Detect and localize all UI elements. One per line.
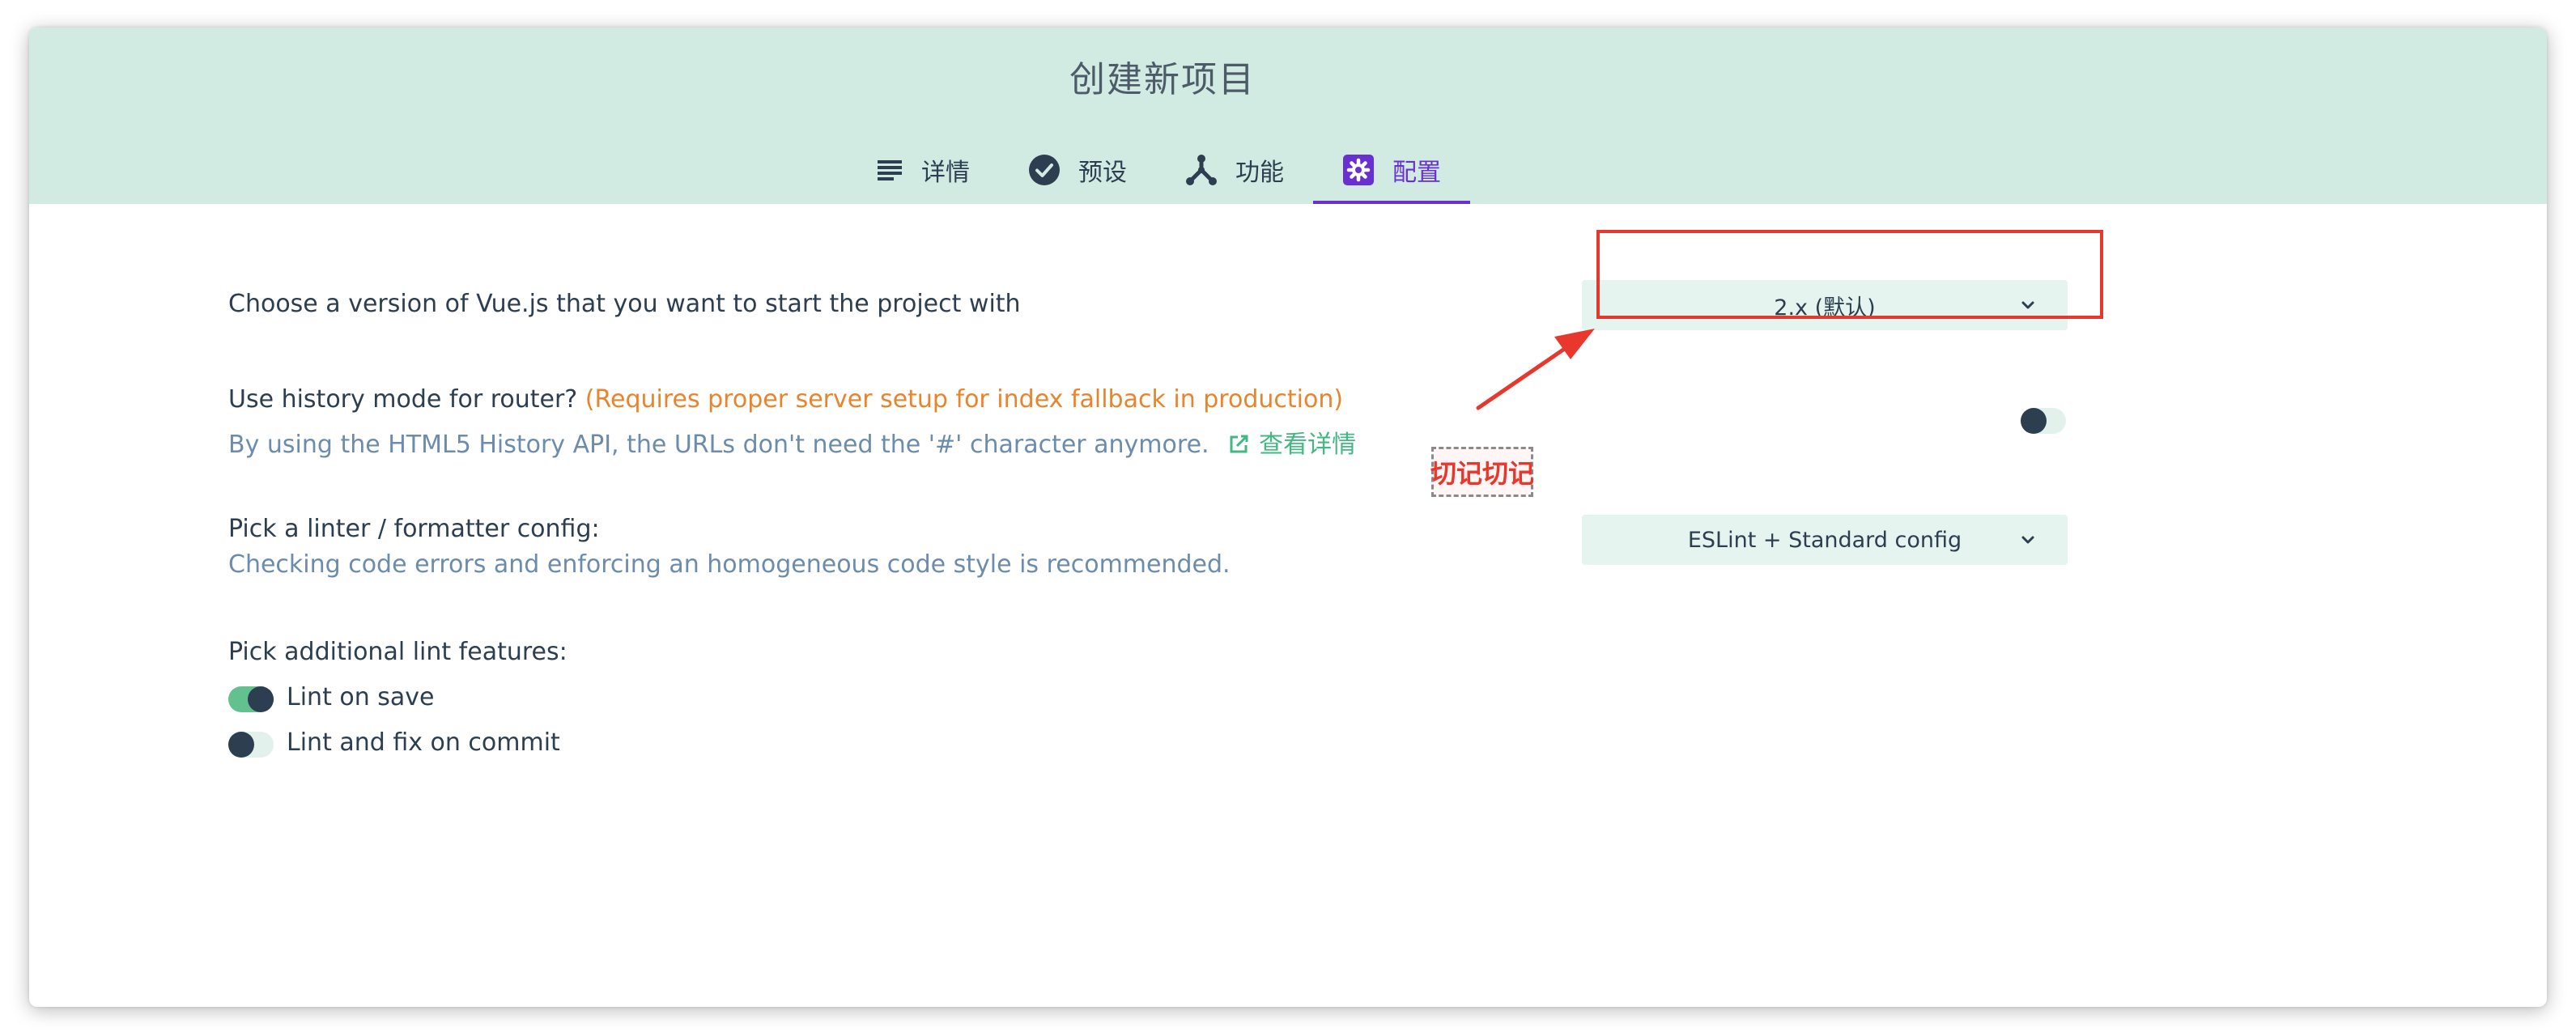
history-mode-more-link[interactable]: 查看详情 bbox=[1217, 431, 1356, 459]
history-mode-question: Use history mode for router? bbox=[228, 385, 578, 414]
app-window: 创建新项目 详情 预设 功能 配置 Choose a version of Vu… bbox=[29, 28, 2547, 1007]
lint-fix-commit-toggle[interactable] bbox=[228, 732, 274, 758]
tab-details[interactable]: 详情 bbox=[847, 139, 999, 201]
settings-icon bbox=[1343, 155, 1374, 185]
history-mode-desc-text: By using the HTML5 History API, the URLs… bbox=[228, 431, 1209, 459]
annotation-highlight-box bbox=[1596, 230, 2103, 319]
tab-label: 详情 bbox=[921, 159, 970, 187]
linter-label: Pick a linter / formatter config: bbox=[228, 515, 600, 543]
header: 创建新项目 详情 预设 功能 配置 bbox=[29, 28, 2547, 204]
tab-configuration[interactable]: 配置 bbox=[1313, 139, 1470, 204]
lint-fix-commit-label: Lint and fix on commit bbox=[287, 728, 560, 757]
history-mode-label: Use history mode for router? (Requires p… bbox=[228, 385, 1343, 414]
tab-label: 功能 bbox=[1235, 159, 1284, 187]
vue-version-label: Choose a version of Vue.js that you want… bbox=[228, 290, 1021, 318]
chevron-down-icon bbox=[2021, 536, 2034, 544]
tab-presets[interactable]: 预设 bbox=[999, 139, 1156, 201]
external-link-icon bbox=[1230, 435, 1248, 453]
history-mode-warning: (Requires proper server setup for index … bbox=[584, 385, 1344, 414]
toggle-knob bbox=[2021, 408, 2047, 434]
toggle-knob bbox=[248, 686, 274, 712]
linter-select[interactable]: ESLint + Standard config bbox=[1582, 515, 2068, 565]
lint-features-label: Pick additional lint features: bbox=[228, 638, 567, 666]
lint-on-save-toggle[interactable] bbox=[228, 686, 274, 712]
config-panel: Choose a version of Vue.js that you want… bbox=[29, 204, 2547, 1007]
page-title: 创建新项目 bbox=[1069, 59, 1256, 100]
tab-label: 配置 bbox=[1392, 159, 1441, 187]
tab-bar: 详情 预设 功能 配置 bbox=[847, 139, 1470, 204]
annotation-note: 切记切记 bbox=[1430, 447, 1534, 497]
list-icon bbox=[878, 160, 902, 180]
linter-description: Checking code errors and enforcing an ho… bbox=[228, 550, 1231, 579]
check-circle-icon bbox=[1029, 155, 1060, 185]
toggle-knob bbox=[228, 732, 254, 758]
tab-features[interactable]: 功能 bbox=[1156, 139, 1313, 201]
lint-on-save-label: Lint on save bbox=[287, 683, 435, 711]
history-mode-link-text: 查看详情 bbox=[1259, 431, 1357, 459]
linter-value: ESLint + Standard config bbox=[1687, 527, 1962, 553]
history-mode-toggle[interactable] bbox=[2021, 408, 2066, 434]
fork-icon bbox=[1186, 155, 1217, 185]
history-mode-description: By using the HTML5 History API, the URLs… bbox=[228, 424, 1356, 460]
tab-label: 预设 bbox=[1078, 159, 1127, 187]
